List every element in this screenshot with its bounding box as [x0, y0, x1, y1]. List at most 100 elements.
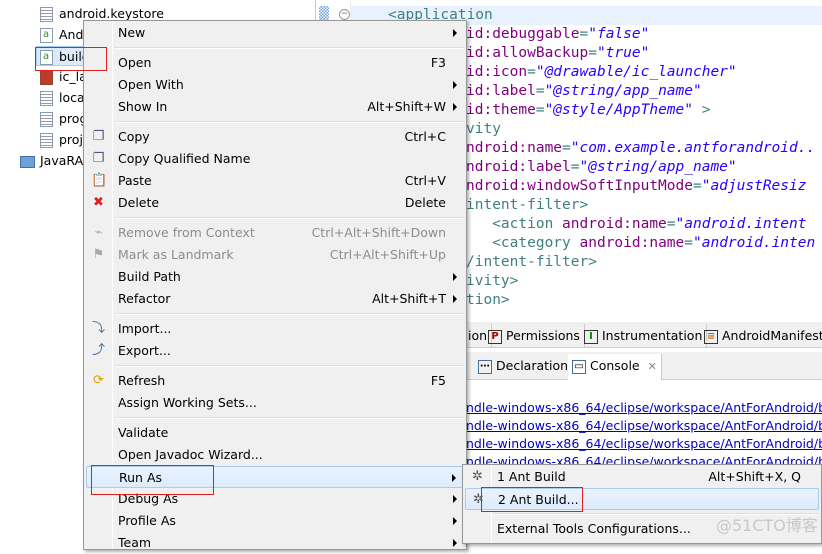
menu-item-label: Open With [118, 77, 184, 92]
code-line: ndroid:windowSoftInputMode="adjustResiz [466, 177, 806, 196]
menu-item-refresh[interactable]: ⟳ Refresh F5 [86, 370, 464, 392]
tab-label: AndroidManifest [722, 328, 822, 343]
submenu-arrow-icon [453, 29, 457, 37]
code-token: <action [466, 216, 563, 232]
code-token: "android.inten [693, 235, 816, 251]
code-token: id:debuggable [466, 26, 580, 42]
menu-item-assign-working-sets[interactable]: Assign Working Sets... [86, 392, 464, 414]
menu-item-1-ant-build[interactable]: ✲ 1 Ant Build Alt+Shift+X, Q [465, 466, 819, 488]
code-line: intent-filter> [466, 196, 588, 215]
highlight-box-ant-build [481, 487, 583, 512]
menu-item-shortcut: Alt+Shift+T [372, 291, 446, 306]
tab-console[interactable]: ▭ Console ✕ [568, 354, 662, 380]
tree-item[interactable]: prog [40, 109, 87, 129]
code-line: ndroid:label="@string/app_name" [466, 158, 737, 177]
code-token: = [535, 83, 545, 99]
code-token: = [562, 140, 571, 156]
image-file-icon [40, 70, 53, 85]
menu-item-label: Delete [118, 195, 160, 210]
tree-item-label: JavaRA [40, 153, 84, 168]
menu-item-shortcut: F3 [430, 55, 446, 70]
collapse-icon[interactable]: − [339, 9, 350, 20]
code-token: "com.example.antforandroid.. [570, 140, 816, 156]
menu-item-export[interactable]: ⤴ Export... [86, 340, 464, 362]
code-token: = [666, 216, 676, 232]
menu-item-label: Profile As [118, 513, 176, 528]
export-icon: ⤴ [91, 343, 105, 358]
menu-item-paste[interactable]: 📋 Paste Ctrl+V [86, 170, 464, 192]
code-token: = [527, 64, 536, 80]
menu-item-profile-as[interactable]: Profile As [86, 510, 464, 532]
permissions-icon: P [488, 329, 502, 344]
submenu-arrow-icon [453, 81, 457, 89]
console-link[interactable]: ndle-windows-x86_64/eclipse/workspace/An… [466, 399, 822, 417]
menu-item-show-in[interactable]: Show In Alt+Shift+W [86, 96, 464, 118]
instrumentation-icon: I [584, 329, 598, 344]
tab-declaration[interactable]: ⋯ Declaration [474, 354, 574, 377]
menu-item-label: Open Javadoc Wizard... [118, 447, 263, 462]
menu-item-remove-from-context[interactable]: ⌁ Remove from Context Ctrl+Alt+Shift+Down [86, 222, 464, 244]
menu-item-refactor[interactable]: Refactor Alt+Shift+T [86, 288, 464, 310]
menu-item-copy-qualified-name[interactable]: ❐ Copy Qualified Name [86, 148, 464, 170]
tab-label: Permissions [506, 328, 580, 343]
menu-item-team[interactable]: Team [86, 532, 464, 554]
submenu-arrow-icon [453, 539, 457, 547]
highlight-box-build-file [35, 47, 107, 71]
menu-item-shortcut: Ctrl+Alt+Shift+Up [329, 247, 446, 262]
console-link[interactable]: ndle-windows-x86_64/eclipse/workspace/An… [466, 435, 822, 453]
code-token: "android.intent [675, 216, 807, 232]
tab-permissions[interactable]: P Permissions [484, 324, 585, 347]
menu-separator [114, 47, 464, 49]
menu-item-import[interactable]: ⤵ Import... [86, 318, 464, 340]
tree-item[interactable]: proj [40, 130, 83, 150]
menu-item-shortcut: Ctrl+Alt+Shift+Down [311, 225, 446, 240]
code-token: "true" [596, 45, 650, 61]
code-line: <action android:name="android.intent [466, 215, 806, 234]
tree-item-label: loca [59, 90, 85, 105]
tree-item-project[interactable]: JavaRA [20, 151, 83, 171]
menu-item-open-javadoc-wizard[interactable]: Open Javadoc Wizard... [86, 444, 464, 466]
code-line: id:label="@string/app_name" [466, 82, 702, 101]
tree-item[interactable]: And [40, 25, 83, 45]
menu-item-label: Build Path [118, 269, 181, 284]
text-file-icon [40, 112, 53, 127]
menu-item-open-with[interactable]: Open With [86, 74, 464, 96]
menu-item-delete[interactable]: ✖ Delete Delete [86, 192, 464, 214]
menu-item-label: Copy [118, 129, 150, 144]
code-line: id:debuggable="false" [466, 25, 649, 44]
code-token: = [684, 235, 693, 251]
code-token: ndroid:windowSoftInputMode [466, 178, 693, 194]
menu-item-new[interactable]: New [86, 22, 464, 44]
menu-item-copy[interactable]: ❐ Copy Ctrl+C [86, 126, 464, 148]
menu-item-label: External Tools Configurations... [497, 521, 691, 536]
tree-item-label: And [59, 27, 84, 42]
import-icon: ⤵ [91, 321, 105, 336]
console-link[interactable]: ndle-windows-x86_64/eclipse/workspace/An… [466, 417, 822, 435]
tree-item-label: proj [59, 132, 83, 147]
menu-item-build-path[interactable]: Build Path [86, 266, 464, 288]
menu-separator [114, 217, 464, 219]
code-line: tion> [466, 291, 510, 310]
menu-item-label: Export... [118, 343, 171, 358]
tab-label: Declaration [496, 358, 569, 373]
menu-item-validate[interactable]: Validate [86, 422, 464, 444]
tab-androidmanifest[interactable]: ≡ AndroidManifest [700, 324, 822, 347]
menu-item-label: Refresh [118, 373, 166, 388]
console-icon: ▭ [572, 359, 586, 374]
copy-qualified-name-icon: ❐ [92, 151, 105, 166]
menu-item-label: Assign Working Sets... [118, 395, 257, 410]
code-token: android:name [579, 235, 685, 251]
menu-item-mark-as-landmark[interactable]: ⚑ Mark as Landmark Ctrl+Alt+Shift+Up [86, 244, 464, 266]
close-icon[interactable]: ✕ [648, 360, 657, 373]
tree-item-label: android.keystore [59, 6, 164, 21]
code-token: android:name [562, 216, 667, 232]
watermark: @51CTO博客 [716, 516, 818, 535]
tab-label: Instrumentation [602, 328, 703, 343]
code-token: = [535, 102, 545, 118]
submenu-arrow-icon [453, 517, 457, 525]
tab-instrumentation[interactable]: I Instrumentation [580, 324, 708, 347]
tree-item[interactable]: loca [40, 88, 85, 108]
menu-item-label: Show In [118, 99, 168, 114]
code-token: "@string/app_name" [579, 159, 737, 175]
menu-item-open[interactable]: Open F3 [86, 52, 464, 74]
